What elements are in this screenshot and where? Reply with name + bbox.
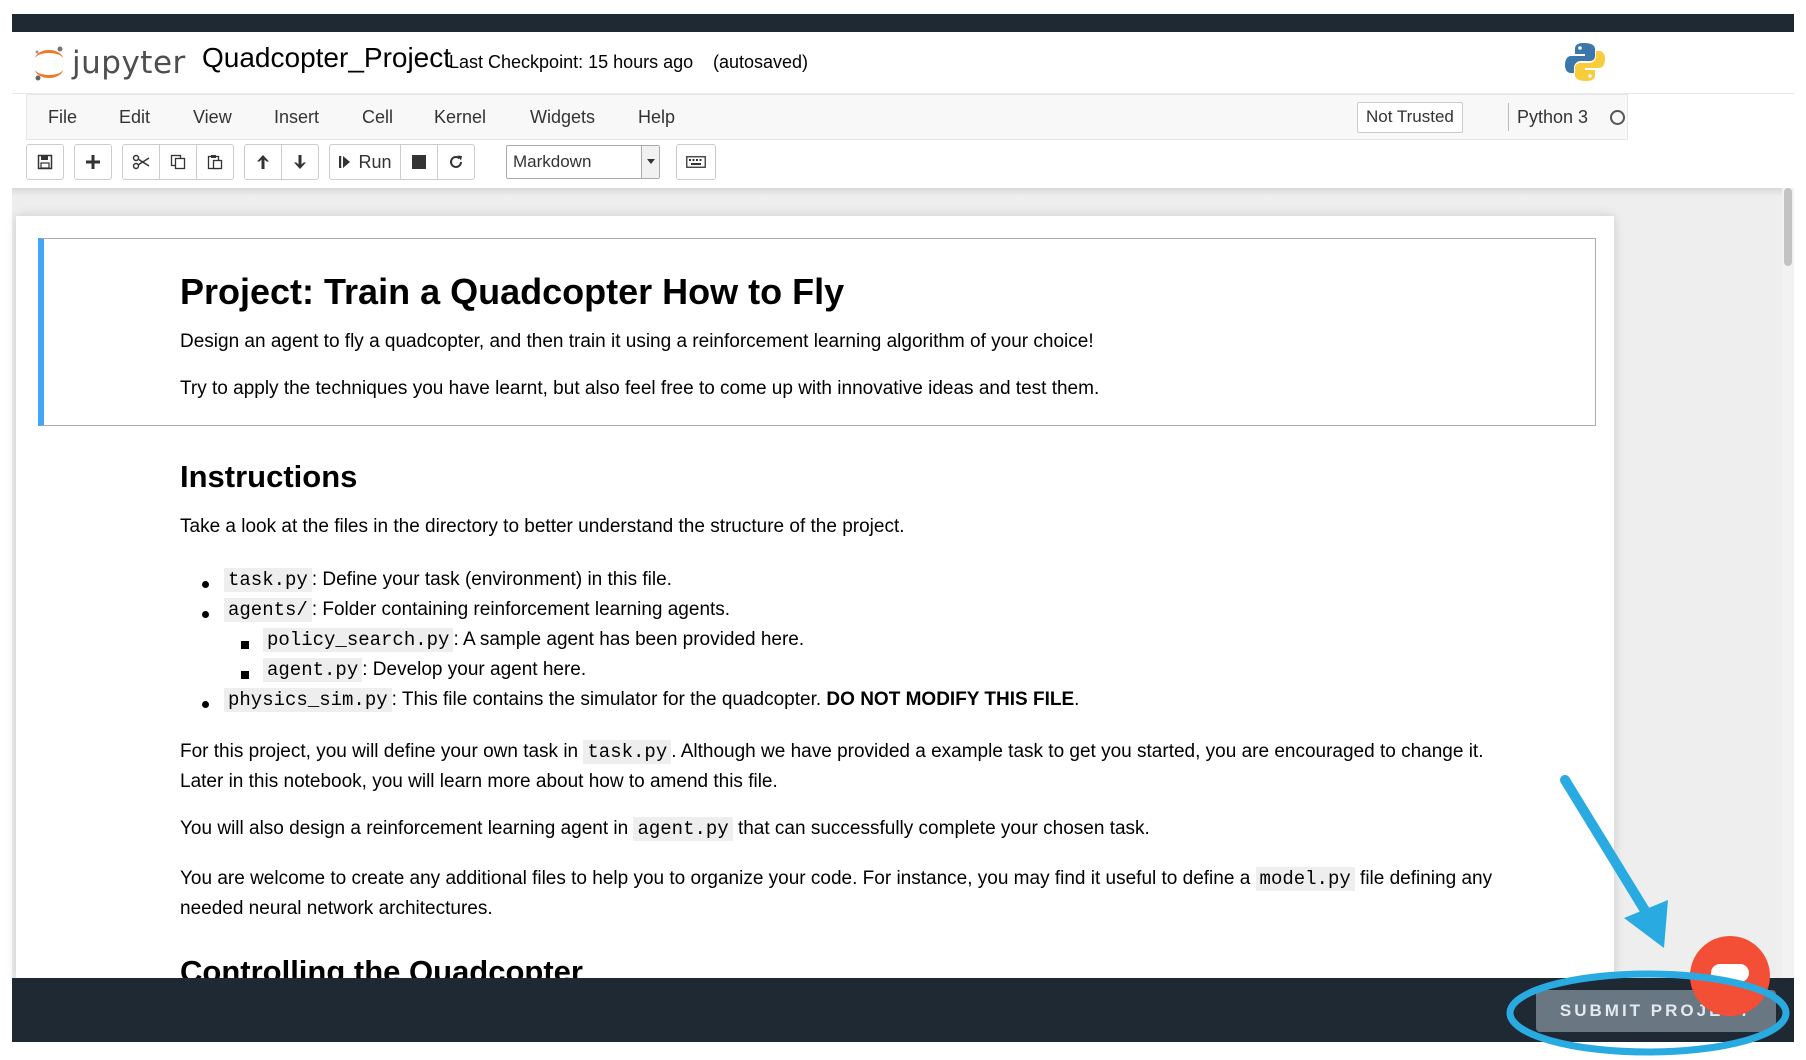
- project-title: Project: Train a Quadcopter How to Fly: [180, 271, 845, 312]
- notebook-name[interactable]: Quadcopter_Project: [202, 42, 451, 74]
- not-trusted-button[interactable]: Not Trusted: [1357, 102, 1463, 133]
- top-strip: [0, 0, 1806, 32]
- insert-cell-button[interactable]: [74, 144, 112, 180]
- bullet: [241, 641, 249, 649]
- move-down-button[interactable]: [281, 144, 319, 180]
- python-logo-icon: [1564, 41, 1606, 83]
- intro-paragraph-1: Design an agent to fly a quadcopter, and…: [180, 331, 1094, 352]
- list-item-agents: agents/: Folder containing reinforcement…: [224, 598, 731, 622]
- autosave-status: (autosaved): [713, 52, 809, 72]
- paragraph-task-definition-line2: Later in this notebook, you will learn m…: [180, 771, 778, 792]
- chevron-down-icon: [641, 146, 659, 178]
- copy-icon: [170, 154, 186, 170]
- notebook-header: jupyter Quadcopter_Project Last Checkpoi…: [12, 32, 1794, 94]
- list-item-policy-text: : A sample agent has been provided here.: [453, 629, 805, 650]
- list-item-task: task.py: Define your task (environment) …: [224, 568, 672, 592]
- code-physics-sim: physics_sim.py: [224, 688, 392, 712]
- cut-button[interactable]: [122, 144, 160, 180]
- code-policy-search: policy_search.py: [263, 628, 454, 652]
- cell-type-value: Markdown: [513, 152, 592, 171]
- instructions-heading: Instructions: [180, 459, 358, 494]
- instructions-intro: Take a look at the files in the director…: [180, 516, 905, 537]
- code-model-py-inline: model.py: [1255, 867, 1355, 891]
- menu-edit[interactable]: Edit: [119, 107, 150, 128]
- list-item-physics: physics_sim.py: This file contains the s…: [224, 688, 1080, 712]
- list-item-task-text: : Define your task (environment) in this…: [311, 569, 672, 590]
- controlling-heading: Controlling the Quadcopter: [180, 954, 583, 978]
- paste-button[interactable]: [196, 144, 234, 180]
- plus-icon: [86, 155, 100, 169]
- vertical-scrollbar[interactable]: [1782, 188, 1794, 978]
- jupyter-logo-text: jupyter: [72, 45, 186, 81]
- bullet: [202, 581, 209, 588]
- para3-text-b: file defining any: [1354, 868, 1493, 889]
- paragraph-agent-design: You will also design a reinforcement lea…: [180, 814, 1150, 844]
- menu-kernel[interactable]: Kernel: [434, 107, 486, 128]
- paragraph-task-definition: For this project, you will define your o…: [180, 737, 1483, 767]
- list-item-physics-text: : This file contains the simulator for t…: [391, 689, 827, 710]
- cell-type-select[interactable]: Markdown: [506, 145, 660, 179]
- intro-paragraph-2: Try to apply the techniques you have lea…: [180, 378, 1100, 399]
- move-up-button[interactable]: [244, 144, 282, 180]
- keyboard-icon: [686, 156, 706, 168]
- copy-button[interactable]: [159, 144, 197, 180]
- para2-text-b: that can successfully complete your chos…: [732, 818, 1150, 839]
- kernel-name[interactable]: Python 3: [1517, 107, 1588, 128]
- arrow-up-icon: [257, 155, 269, 169]
- list-item-agent: agent.py: Develop your agent here.: [263, 658, 587, 682]
- list-item-agents-text: : Folder containing reinforcement learni…: [311, 599, 731, 620]
- bullet: [202, 701, 209, 708]
- run-label: Run: [358, 151, 392, 172]
- kernel-divider: [1508, 103, 1509, 131]
- para1-text-a: For this project, you will define your o…: [180, 741, 584, 762]
- arrow-down-icon: [294, 155, 306, 169]
- bullet: [202, 611, 209, 618]
- submit-bar: SUBMIT PROJECT: [12, 978, 1794, 1042]
- scrollbar-thumb[interactable]: [1784, 188, 1792, 266]
- menubar: File Edit View Insert Cell Kernel Widget…: [26, 94, 1628, 140]
- jupyter-logo[interactable]: jupyter: [32, 40, 186, 86]
- para1-text-b: . Although we have provided a example ta…: [671, 741, 1484, 762]
- restart-icon: [450, 155, 462, 168]
- menu-file[interactable]: File: [48, 107, 77, 128]
- list-item-policy-search: policy_search.py: A sample agent has bee…: [263, 628, 805, 652]
- list-item-agent-text: : Develop your agent here.: [362, 659, 587, 680]
- paragraph-additional-files-line2: needed neural network architectures.: [180, 898, 493, 919]
- chat-button[interactable]: [1690, 936, 1770, 1016]
- paste-icon: [207, 155, 223, 170]
- step-forward-icon: [339, 156, 351, 168]
- para2-text-a: You will also design a reinforcement lea…: [180, 818, 634, 839]
- code-task-py-inline: task.py: [583, 740, 672, 764]
- save-button[interactable]: [26, 144, 64, 180]
- bullet: [241, 671, 249, 679]
- do-not-modify-warning: DO NOT MODIFY THIS FILE: [826, 689, 1075, 710]
- kernel-idle-indicator-icon: [1610, 110, 1625, 125]
- notebook-area: Project: Train a Quadcopter How to Fly D…: [12, 188, 1794, 978]
- menu-help[interactable]: Help: [638, 107, 675, 128]
- scissors-icon: [132, 154, 150, 170]
- code-agents-dir: agents/: [224, 598, 312, 622]
- paragraph-additional-files: You are welcome to create any additional…: [180, 864, 1492, 894]
- menu-cell[interactable]: Cell: [362, 107, 393, 128]
- chat-bubble-icon: [1711, 964, 1749, 989]
- interrupt-kernel-button[interactable]: [400, 144, 438, 180]
- list-item-physics-end: .: [1074, 689, 1080, 710]
- menu-widgets[interactable]: Widgets: [530, 107, 595, 128]
- stop-icon: [412, 155, 426, 169]
- jupyter-logo-icon: [32, 43, 66, 83]
- notebook-container: Project: Train a Quadcopter How to Fly D…: [16, 216, 1614, 978]
- menu-insert[interactable]: Insert: [274, 107, 319, 128]
- para3-text-a: You are welcome to create any additional…: [180, 868, 1256, 889]
- restart-kernel-button[interactable]: [437, 144, 475, 180]
- checkpoint-status: Last Checkpoint: 15 hours ago: [449, 52, 694, 72]
- code-task-py: task.py: [224, 568, 312, 592]
- code-agent-py: agent.py: [263, 658, 363, 682]
- command-palette-button[interactable]: [676, 144, 716, 180]
- code-agent-py-inline: agent.py: [633, 817, 733, 841]
- run-button[interactable]: Run: [329, 144, 401, 180]
- save-icon: [37, 154, 53, 170]
- menu-view[interactable]: View: [193, 107, 232, 128]
